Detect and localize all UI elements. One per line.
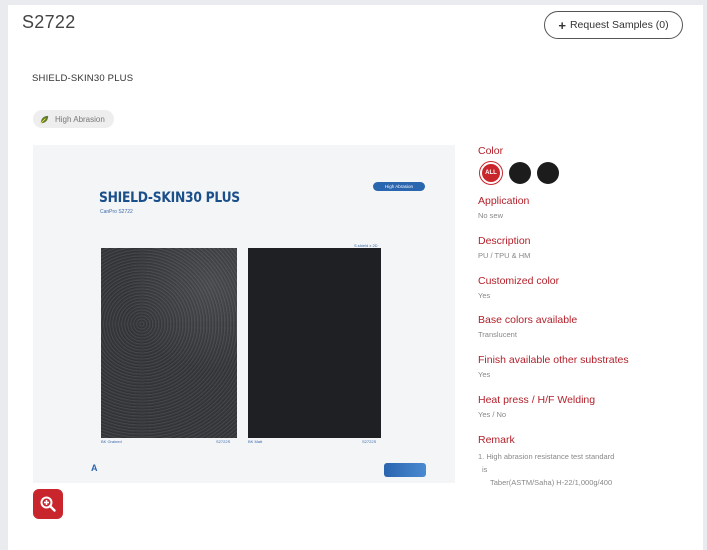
request-samples-label: Request Samples (0) xyxy=(569,19,669,31)
feature-badge: High Abrasion xyxy=(33,110,114,128)
heat-press-value: Yes / No xyxy=(478,409,507,419)
leaf-icon xyxy=(40,115,49,123)
product-code: S2722 xyxy=(22,12,76,32)
application-value: No sew xyxy=(478,211,504,220)
spec-panel: Color ALL Application No sew Description… xyxy=(478,145,693,489)
feature-badge-label: High Abrasion xyxy=(55,114,105,124)
image-logo: A xyxy=(91,463,98,473)
description-label: Description xyxy=(478,234,531,247)
color-swatch-black-2[interactable] xyxy=(537,162,559,184)
finish-label: Finish available other substrates xyxy=(478,354,629,366)
customized-color-value: Yes xyxy=(478,290,491,300)
image-subtitle: CanPro S2722 xyxy=(100,209,133,215)
image-tag: High Abrasion xyxy=(373,182,425,191)
remark-label: Remark xyxy=(478,433,515,446)
product-name: SHIELD-SKIN30 PLUS xyxy=(32,73,134,84)
customized-color-label: Customized color xyxy=(478,274,560,287)
image-title: SHIELD-SKIN30 PLUS xyxy=(99,190,240,206)
product-card: S2722 + Request Samples (0) SHIELD-SKIN3… xyxy=(8,5,703,550)
plus-icon: + xyxy=(558,17,566,33)
swatch-right-caption: BK Matt xyxy=(248,439,263,444)
zoom-button[interactable] xyxy=(33,489,63,519)
application-label: Application xyxy=(478,195,530,207)
request-samples-button[interactable]: + Request Samples (0) xyxy=(544,11,683,39)
color-label: Color xyxy=(478,145,504,157)
swatch-left-code: S2722S xyxy=(216,439,231,444)
color-swatch-black-1[interactable] xyxy=(509,162,531,184)
swatch-grained xyxy=(101,248,237,438)
heat-press-label: Heat press / H/F Welding xyxy=(478,393,596,406)
description-value: PU / TPU & HM xyxy=(478,250,531,260)
base-colors-value: Translucent xyxy=(478,330,517,340)
remark-line-3: Taber(ASTM/Saha) H-22/1,000g/400 xyxy=(490,477,613,487)
swatch-left-caption: BK Grained xyxy=(101,439,122,444)
color-all-label: ALL xyxy=(482,164,500,182)
swatch-matt xyxy=(248,248,381,438)
finish-value: Yes xyxy=(478,370,491,379)
remark-line-1: 1. High abrasion resistance test standar… xyxy=(478,451,615,461)
remark-line-2: is xyxy=(482,464,488,474)
brand-logo xyxy=(384,463,426,477)
remark-value: 1. High abrasion resistance test standar… xyxy=(478,450,693,489)
color-all-option[interactable]: ALL xyxy=(479,161,503,185)
zoom-in-icon xyxy=(40,496,56,512)
swatch-right-code: S2722S xyxy=(362,439,377,444)
product-image: SHIELD-SKIN30 PLUS CanPro S2722 High Abr… xyxy=(33,145,455,483)
color-options: ALL xyxy=(479,161,693,185)
base-colors-label: Base colors available xyxy=(478,314,578,327)
